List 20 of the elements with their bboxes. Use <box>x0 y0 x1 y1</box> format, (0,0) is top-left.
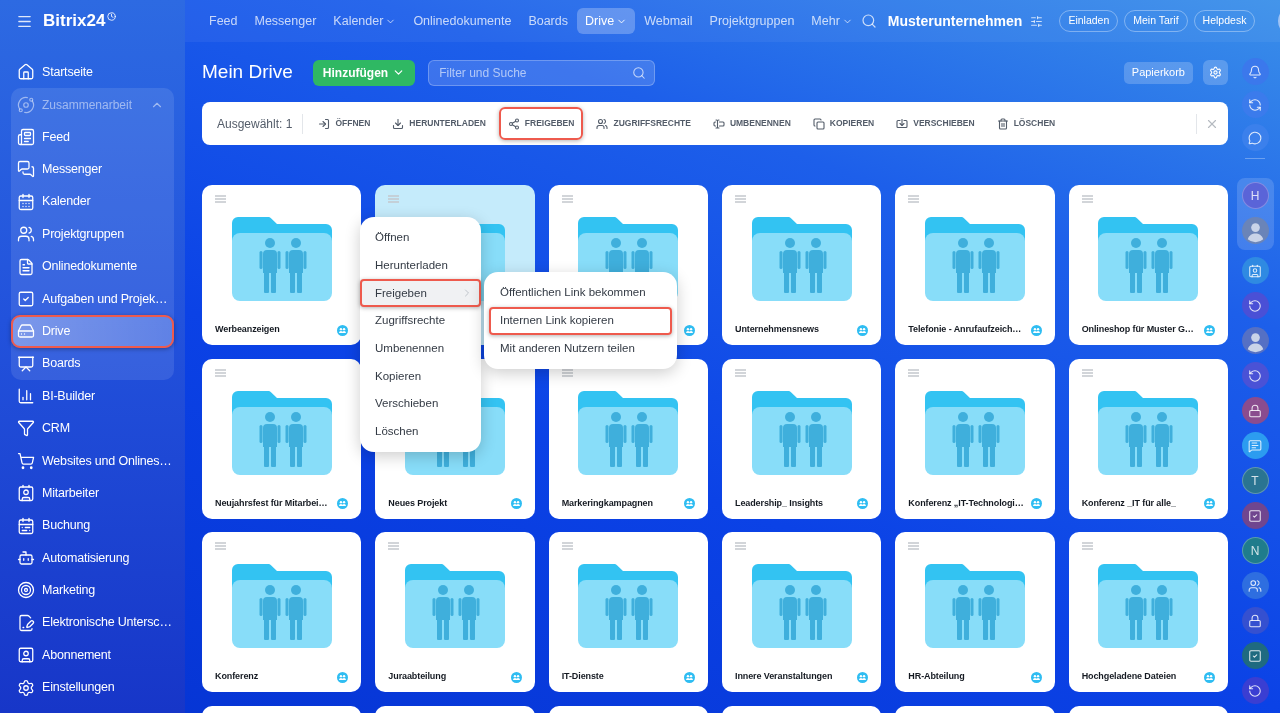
folder-name: Markeringkampagnen <box>561 496 653 510</box>
folder-name: Innere Veranstaltungen <box>735 670 833 684</box>
folder-name: Werbeanzeigen <box>215 323 280 337</box>
folder-name: Konferenz _IT für alle_ <box>1081 496 1176 510</box>
logo-text: Bitrix24 <box>43 10 106 33</box>
folder-name: Neujahrsfest für Mitarbei… <box>215 496 328 510</box>
folder-name: Konferenz „IT-Technologi… <box>908 496 1024 510</box>
folder-name: Telefonie - Anrufaufzeich… <box>908 323 1022 337</box>
folder-name: Leadership_ Insights <box>735 496 823 510</box>
folder-name: Hochgeladene Dateien <box>1081 670 1177 684</box>
folder-name: Konferenz <box>215 670 259 684</box>
page-title: Mein Drive <box>202 60 293 85</box>
folder-name: IT-Dienste <box>561 670 604 684</box>
folder-name: Onlineshop für Muster G… <box>1081 323 1194 337</box>
folder-name: Unternehmensnews <box>735 323 819 337</box>
folder-name: HR-Abteilung <box>908 670 965 684</box>
folder-name: Juraabteilung <box>388 670 447 684</box>
company-name: Musterunternehmen <box>887 11 1023 31</box>
selection-count: Ausgewählt: 1 <box>217 115 293 133</box>
folder-name: Neues Projekt <box>388 496 448 510</box>
